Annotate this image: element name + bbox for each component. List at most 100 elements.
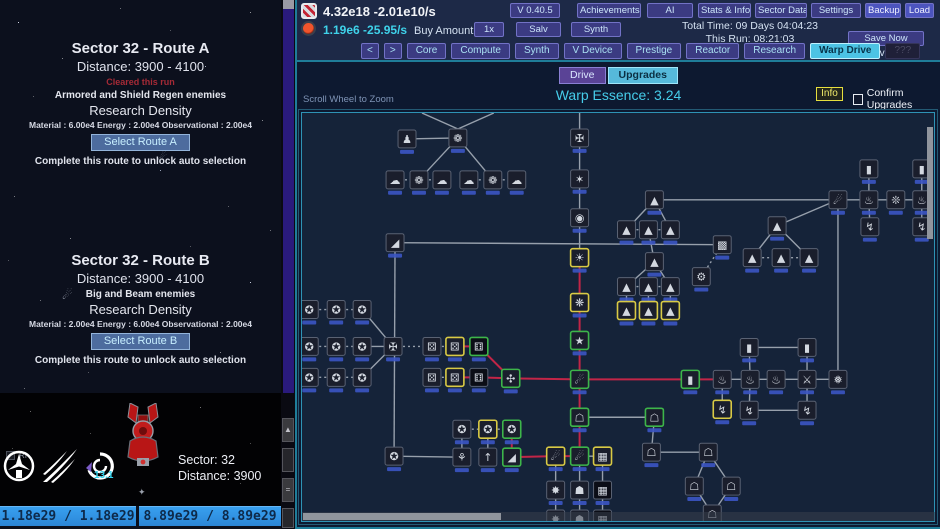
ship-mode-icon[interactable] xyxy=(1,448,37,484)
scrollbar-thumb[interactable] xyxy=(283,0,294,9)
tree-node-pyramid[interactable]: ▲ xyxy=(772,249,790,273)
tree-node-spiral[interactable]: ✪ xyxy=(503,420,521,444)
header-button-load[interactable]: Load xyxy=(905,3,934,18)
strip-button-menu[interactable]: = xyxy=(282,478,294,502)
vortex-weapon-icon[interactable]: 13.1 xyxy=(82,448,118,484)
tree-node-dice[interactable]: ⚄ xyxy=(446,337,464,361)
tree-node-pyramid[interactable]: ▲ xyxy=(743,249,761,273)
tab->[interactable]: > xyxy=(384,43,402,59)
tree-node-starburst[interactable]: ❊ xyxy=(887,191,905,215)
subtab-upgrades[interactable]: Upgrades xyxy=(608,67,678,84)
tree-node-chart[interactable]: ◢ xyxy=(386,234,404,258)
tree-node-pyramid[interactable]: ▲ xyxy=(661,278,679,302)
tree-node-spiral[interactable]: ✪ xyxy=(327,368,345,392)
tree-node-spiral[interactable]: ✪ xyxy=(353,301,371,325)
tree-node-lightning[interactable]: ↯ xyxy=(798,401,816,425)
tree-node-burst[interactable]: ✸ xyxy=(547,481,565,505)
tree-node-spiral[interactable]: ✪ xyxy=(327,337,345,361)
tree-node-cube[interactable]: ⚅ xyxy=(470,337,488,361)
tree-node-dice[interactable]: ⚄ xyxy=(446,368,464,392)
buy-amount-synth[interactable]: Synth xyxy=(571,22,621,37)
tree-node-comet[interactable]: ☄ xyxy=(571,447,589,471)
info-button[interactable]: Info xyxy=(816,87,843,101)
tree-node-lander[interactable]: ☗ xyxy=(571,481,589,505)
tree-node-pyramid[interactable]: ▲ xyxy=(639,221,657,245)
tree-node-ufo[interactable]: ☖ xyxy=(699,443,717,467)
tree-node-person[interactable]: ♟ xyxy=(398,130,416,154)
tree-node-qr[interactable]: ▩ xyxy=(713,236,731,260)
tree-node-rocket[interactable]: ↑ xyxy=(479,448,497,472)
tree-node-fan[interactable]: ❋ xyxy=(571,294,589,318)
tree-node-comet[interactable]: ☄ xyxy=(547,447,565,471)
strip-button-blank[interactable] xyxy=(282,508,294,528)
tab-core[interactable]: Core xyxy=(407,43,447,59)
tree-node-brain[interactable]: ❁ xyxy=(484,171,502,195)
header-button-stats-info[interactable]: Stats & Info xyxy=(698,3,751,18)
select-route-a-button[interactable]: Select Route A xyxy=(91,134,190,151)
tree-node-orb[interactable]: ◉ xyxy=(571,209,589,233)
tab-reactor[interactable]: Reactor xyxy=(686,43,739,59)
header-button-sector-data[interactable]: Sector Data xyxy=(755,3,807,18)
tree-node-ufo[interactable]: ☖ xyxy=(642,443,660,467)
tree-node-lightning[interactable]: ↯ xyxy=(740,401,758,425)
tree-node-battery[interactable]: ▮ xyxy=(798,338,816,362)
tree-node-spiral[interactable]: ✪ xyxy=(327,301,345,325)
header-button-backup[interactable]: Backup xyxy=(865,3,901,18)
tree-node-lightning[interactable]: ↯ xyxy=(713,400,731,424)
tree-node-pyramid[interactable]: ▲ xyxy=(618,221,636,245)
tree-node-battery[interactable]: ▮ xyxy=(740,338,758,362)
tree-node-meteor[interactable]: ☄ xyxy=(829,191,847,215)
tree-node-cloud[interactable]: ☁ xyxy=(433,171,451,195)
header-button-ai[interactable]: AI xyxy=(647,3,693,18)
header-button-achievements[interactable]: Achievements xyxy=(577,3,641,18)
tree-node-spiral[interactable]: ✪ xyxy=(302,368,318,392)
tree-node-dice[interactable]: ⚄ xyxy=(423,337,441,361)
tree-node-star[interactable]: ★ xyxy=(571,331,589,355)
tree-node-snowflake[interactable]: ❅ xyxy=(829,370,847,394)
tree-node-cloud[interactable]: ☁ xyxy=(460,171,478,195)
tree-node-battery[interactable]: ▮ xyxy=(860,160,878,184)
tree-node-spiral[interactable]: ✪ xyxy=(385,447,403,471)
buy-amount-salv[interactable]: Salv xyxy=(516,22,561,37)
tree-node-bulb[interactable]: ⚘ xyxy=(453,448,471,472)
tree-node-chart[interactable]: ◢ xyxy=(503,448,521,472)
tree-node-brain[interactable]: ❁ xyxy=(449,129,467,153)
tree-node-spiral[interactable]: ✪ xyxy=(479,420,497,444)
tree-node-engine[interactable]: ♨ xyxy=(860,191,878,215)
tree-node-pinwheel[interactable]: ✣ xyxy=(502,369,520,393)
tree-node-spiral[interactable]: ✪ xyxy=(302,337,318,361)
tree-node-spiral[interactable]: ✪ xyxy=(353,368,371,392)
tree-node-honeycomb[interactable]: ▦ xyxy=(594,481,612,505)
tab-???[interactable]: ??? xyxy=(885,43,920,59)
tree-node-spiral[interactable]: ✪ xyxy=(302,301,318,325)
select-route-b-button[interactable]: Select Route B xyxy=(91,333,190,350)
tree-node-spark[interactable]: ✶ xyxy=(571,170,589,194)
tree-node-pyramid[interactable]: ▲ xyxy=(639,302,657,326)
subtab-drive[interactable]: Drive xyxy=(559,67,606,84)
tab-warp-drive[interactable]: Warp Drive xyxy=(810,43,880,59)
tree-node-engine[interactable]: ♨ xyxy=(741,370,759,394)
tree-node-pyramid[interactable]: ▲ xyxy=(618,278,636,302)
tree-node-pyramid[interactable]: ▲ xyxy=(645,191,663,215)
tree-node-pyramid[interactable]: ▲ xyxy=(618,302,636,326)
tree-node-claw[interactable]: ⚔ xyxy=(798,370,816,394)
strip-button-up[interactable]: ▲ xyxy=(282,418,294,442)
tree-node-honeycomb[interactable]: ▦ xyxy=(594,447,612,471)
tree-node-saucer[interactable]: ☖ xyxy=(571,408,589,432)
version-button[interactable]: V 0.40.5 xyxy=(510,3,560,18)
tree-node-engine[interactable]: ♨ xyxy=(767,370,785,394)
claw-attack-icon[interactable] xyxy=(42,448,78,484)
buy-amount-1x[interactable]: 1x xyxy=(474,22,504,37)
tree-node-pyramid[interactable]: ▲ xyxy=(800,249,818,273)
tree-node-cross[interactable]: ✠ xyxy=(571,129,589,153)
tree-node-ufo[interactable]: ☖ xyxy=(722,477,740,501)
tree-node-comet[interactable]: ☄ xyxy=(571,370,589,394)
tree-node-lightning[interactable]: ↯ xyxy=(861,218,879,242)
tab-compute[interactable]: Compute xyxy=(451,43,510,59)
tree-node-ufo[interactable]: ☖ xyxy=(685,477,703,501)
tree-node-cross[interactable]: ✠ xyxy=(384,337,402,361)
tree-node-pyramid[interactable]: ▲ xyxy=(661,221,679,245)
tree-node-pyramid[interactable]: ▲ xyxy=(645,253,663,277)
confirm-upgrades-checkbox[interactable] xyxy=(853,94,863,105)
tree-node-brain[interactable]: ❁ xyxy=(410,171,428,195)
